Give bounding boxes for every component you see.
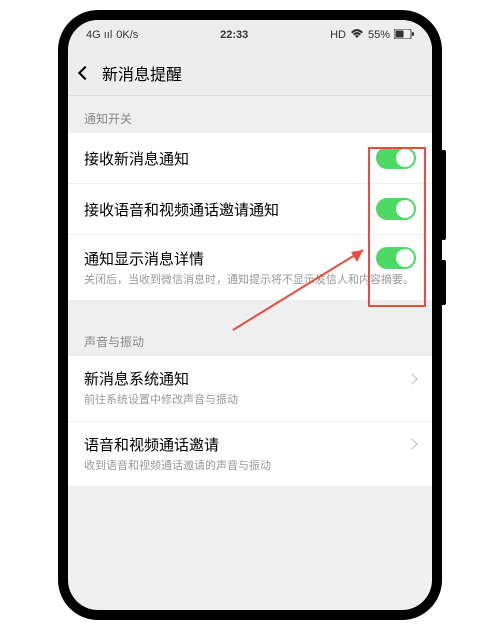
settings-content: 通知开关 接收新消息通知 接收语音和视频通话邀请通知 通知显示消息详情 关闭后，… [68,96,432,487]
screen: 4G ııl 0K/s 22:33 HD 55% 新消息提醒 通知开关 [68,20,432,610]
status-time: 22:33 [220,29,248,41]
toggle-switch[interactable] [376,147,416,169]
status-bar: 4G ııl 0K/s 22:33 HD 55% [68,20,432,50]
chevron-right-icon [406,439,417,450]
setting-sublabel: 前往系统设置中修改声音与振动 [84,393,238,408]
setting-label: 语音和视频通话邀请 [84,434,219,455]
section-header-notify: 通知开关 [68,96,432,133]
back-icon[interactable] [78,65,92,79]
net-speed: 0K/s [116,29,138,41]
setting-system-notify[interactable]: 新消息系统通知 前往系统设置中修改声音与振动 [68,356,432,421]
hd-indicator: HD [330,29,346,41]
setting-receive-new-message[interactable]: 接收新消息通知 [68,133,432,184]
battery-percent: 55% [368,29,390,41]
wifi-icon [350,29,364,42]
setting-show-detail[interactable]: 通知显示消息详情 关闭后，当收到微信消息时，通知提示将不显示发信人和内容摘要。 [68,235,432,301]
side-button [442,260,446,305]
nav-bar: 新消息提醒 [68,50,432,96]
toggle-switch[interactable] [376,247,416,269]
setting-call-invite-sound[interactable]: 语音和视频通话邀请 收到语音和视频通话邀请的声音与振动 [68,422,432,487]
signal-indicator: 4G ııl [86,29,112,41]
setting-sublabel: 关闭后，当收到微信消息时，通知提示将不显示发信人和内容摘要。 [84,273,414,288]
setting-label: 通知显示消息详情 [84,248,204,269]
side-button [442,150,446,240]
chevron-right-icon [406,373,417,384]
phone-frame: 4G ııl 0K/s 22:33 HD 55% 新消息提醒 通知开关 [58,10,442,620]
setting-label: 接收新消息通知 [84,148,189,169]
toggle-switch[interactable] [376,198,416,220]
setting-label: 新消息系统通知 [84,368,189,389]
page-title: 新消息提醒 [102,61,182,85]
setting-receive-call-invite[interactable]: 接收语音和视频通话邀请通知 [68,184,432,235]
battery-icon [394,29,414,42]
section-header-sound: 声音与振动 [68,319,432,356]
setting-sublabel: 收到语音和视频通话邀请的声音与振动 [84,459,271,474]
setting-label: 接收语音和视频通话邀请通知 [84,199,279,220]
